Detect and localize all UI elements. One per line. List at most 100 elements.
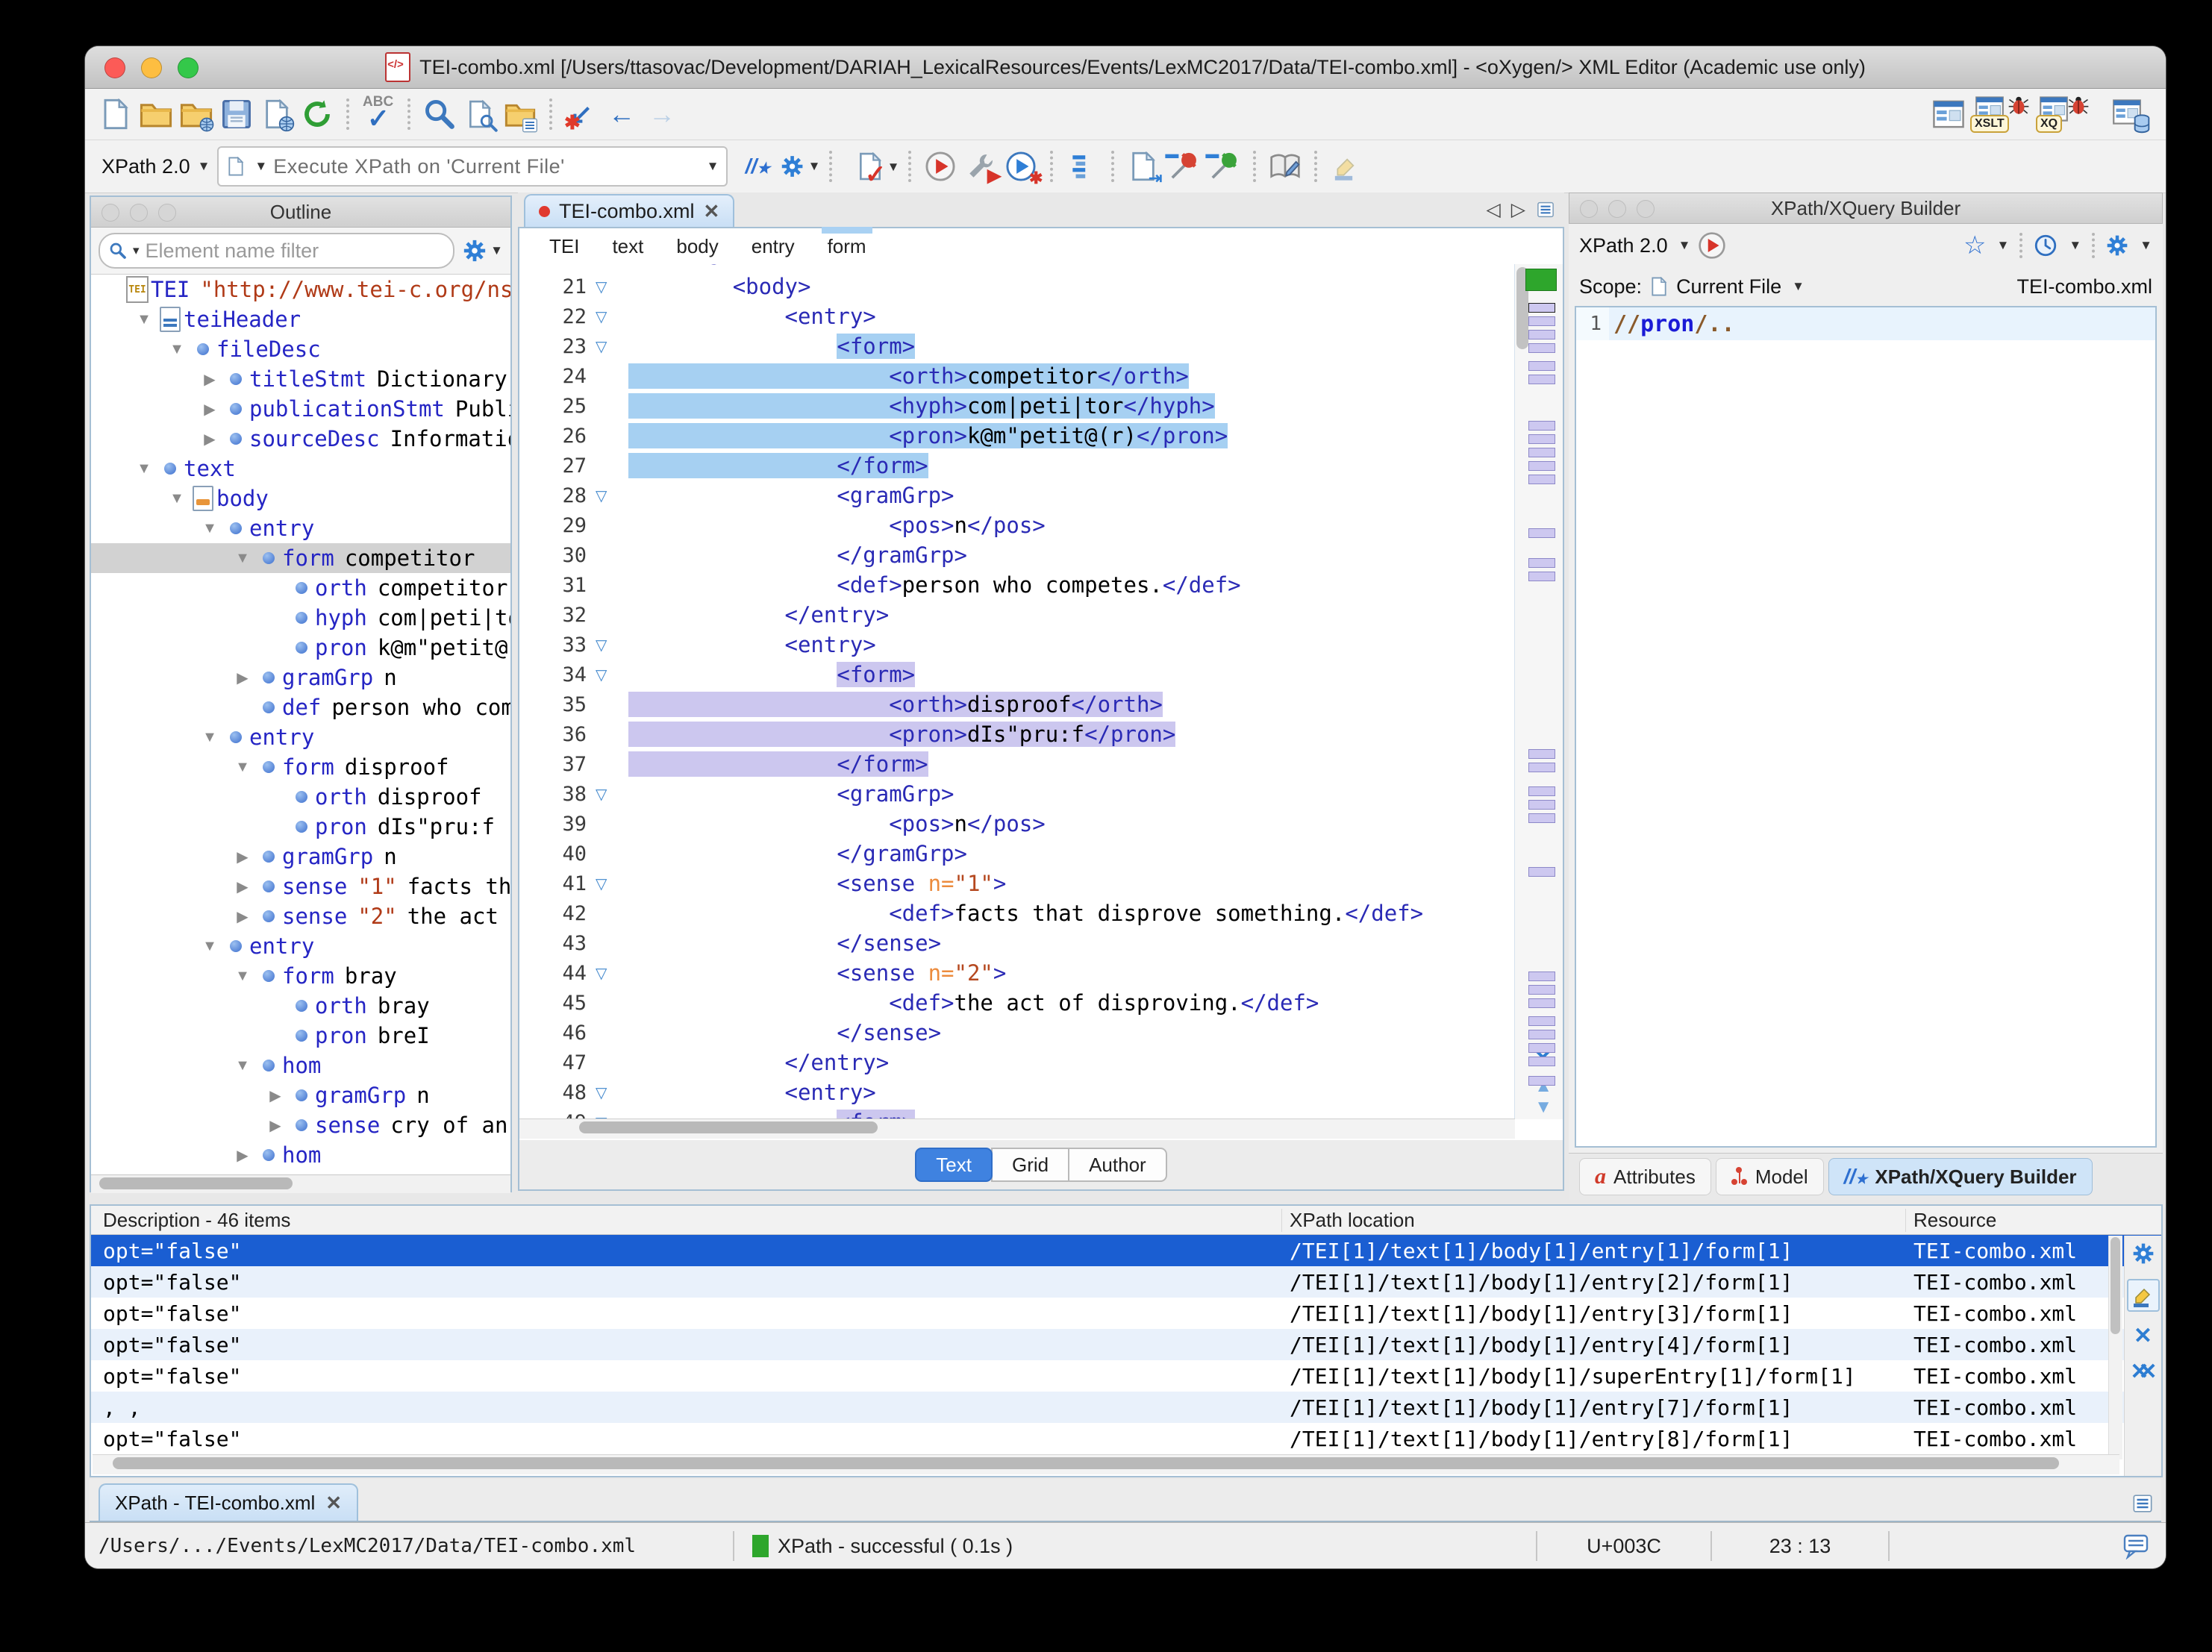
next-occurrence-icon[interactable]: ▼	[1534, 1097, 1552, 1118]
mode-grid-button[interactable]: Grid	[990, 1148, 1070, 1182]
spell-check-button[interactable]: ABC ✓	[358, 94, 399, 134]
expand-open-icon[interactable]: ▼	[230, 1057, 255, 1074]
fold-toggle-icon[interactable]: ▽	[596, 785, 628, 804]
outline-settings-button[interactable]: ▼	[462, 238, 503, 263]
occurrence-marker[interactable]	[1528, 361, 1555, 371]
fold-toggle-icon[interactable]: ▽	[596, 875, 628, 893]
expand-closed-icon[interactable]: ▶	[230, 877, 255, 896]
occurrence-marker[interactable]	[1528, 763, 1555, 772]
code-line[interactable]: 31 <def>person who competes.</def>	[519, 570, 1515, 600]
expand-closed-icon[interactable]: ▶	[230, 907, 255, 926]
occurrence-marker[interactable]	[1528, 528, 1555, 538]
breadcrumb-item-text[interactable]: text	[612, 235, 643, 258]
outline-tree-item[interactable]: ▶ publicationStmt Publica	[91, 394, 510, 424]
outline-tree-item[interactable]: ▼ teiHeader	[91, 304, 510, 334]
breadcrumb-item-tei[interactable]: TEI	[549, 235, 579, 258]
breadcrumb-item-form[interactable]: form	[821, 226, 872, 258]
navigate-back-button[interactable]: ←	[602, 94, 642, 134]
open-file-button[interactable]	[136, 94, 176, 134]
expand-closed-icon[interactable]: ▶	[263, 1086, 288, 1105]
tab-xpath-xquery-builder[interactable]: //★ XPath/XQuery Builder	[1828, 1158, 2093, 1195]
code-line[interactable]: 37 </form>	[519, 749, 1515, 779]
result-row[interactable]: opt="false" /TEI[1]/text[1]/body[1]/entry…	[91, 1298, 2161, 1329]
occurrence-marker[interactable]	[1528, 421, 1555, 431]
close-tab-icon[interactable]: ✕	[325, 1492, 342, 1515]
code-line[interactable]: 23 ▽ <form>	[519, 331, 1515, 361]
xpath-results-tab[interactable]: XPath - TEI-combo.xml ✕	[99, 1483, 359, 1521]
occurrence-marker[interactable]	[1528, 972, 1555, 981]
fold-toggle-icon[interactable]: ▽	[596, 278, 628, 296]
code-line[interactable]: 22 ▽ <entry>	[519, 301, 1515, 331]
results-header-xpath-location[interactable]: XPath location	[1282, 1208, 1906, 1232]
fold-toggle-icon[interactable]: ▽	[596, 1083, 628, 1102]
validation-status-square[interactable]	[1525, 269, 1557, 291]
code-line[interactable]: 45 <def>the act of disproving.</def>	[519, 988, 1515, 1018]
code-line[interactable]: 47 </entry>	[519, 1048, 1515, 1077]
expand-closed-icon[interactable]: ▶	[197, 370, 222, 389]
expand-closed-icon[interactable]: ▶	[263, 1116, 288, 1135]
fold-toggle-icon[interactable]: ▽	[596, 964, 628, 983]
expand-closed-icon[interactable]: ▶	[197, 430, 222, 448]
result-row[interactable]: opt="false" /TEI[1]/text[1]/body[1]/entry…	[91, 1235, 2161, 1266]
occurrence-marker[interactable]	[1528, 303, 1555, 313]
occurrence-marker[interactable]	[1528, 1076, 1555, 1086]
results-vertical-scrollbar[interactable]	[2108, 1236, 2122, 1459]
fold-toggle-icon[interactable]: ▽	[596, 486, 628, 505]
execute-xpath-icon[interactable]	[1698, 231, 1726, 260]
expand-closed-icon[interactable]: ▶	[230, 848, 255, 866]
code-line[interactable]: 41 ▽ <sense n="1">	[519, 869, 1515, 898]
occurrence-marker[interactable]	[1528, 558, 1555, 568]
results-horizontal-scrollbar[interactable]	[93, 1454, 2119, 1474]
code-line[interactable]: 49▽ <form>	[519, 1107, 1515, 1119]
outline-tree-item[interactable]: ▼ entry	[91, 513, 510, 543]
code-line[interactable]: 35 <orth>disproof</orth>	[519, 689, 1515, 719]
tab-attributes[interactable]: a Attributes	[1579, 1158, 1711, 1195]
occurrence-marker[interactable]	[1528, 985, 1555, 995]
builder-panel-header[interactable]: XPath/XQuery Builder	[1569, 193, 2163, 224]
occurrence-marker[interactable]	[1528, 1043, 1555, 1053]
outline-panel-header[interactable]: Outline	[91, 197, 510, 228]
xpath-input-combo[interactable]: ▼ Execute XPath on 'Current File' ▼	[217, 146, 728, 187]
builder-settings-gear-icon[interactable]	[2105, 234, 2129, 257]
xpath-version-selector[interactable]: XPath 2.0	[101, 155, 190, 178]
occurrence-marker[interactable]	[1528, 813, 1555, 823]
expand-open-icon[interactable]: ▼	[230, 550, 255, 567]
status-chat-icon[interactable]	[2106, 1533, 2166, 1559]
find-resource-button[interactable]	[500, 94, 540, 134]
outline-blocks-button[interactable]	[1062, 146, 1102, 187]
mode-text-button[interactable]: Text	[915, 1148, 993, 1182]
xpath-expression[interactable]: //pron/..	[1609, 311, 1735, 337]
pin-green-button[interactable]: ▬	[1204, 146, 1244, 187]
code-line[interactable]: 20▽ <text>	[519, 264, 1515, 272]
outline-tree-item[interactable]: ▶ gramGrp n	[91, 663, 510, 692]
occurrence-marker[interactable]	[1528, 1016, 1555, 1026]
outline-tree-item[interactable]: hyph com|peti|tor	[91, 603, 510, 633]
favorites-star-icon[interactable]: ☆	[1963, 231, 1986, 260]
remove-all-results-icon[interactable]: ✕✕	[2130, 1361, 2157, 1383]
code-line[interactable]: 30 </gramGrp>	[519, 540, 1515, 570]
fold-toggle-icon[interactable]: ▽	[596, 636, 628, 654]
code-line[interactable]: 27 </form>	[519, 451, 1515, 481]
code-line[interactable]: 25 <hyph>com|peti|tor</hyph>	[519, 391, 1515, 421]
remove-result-icon[interactable]: ✕	[2134, 1325, 2152, 1348]
apply-transformation-button[interactable]	[920, 146, 960, 187]
outline-horizontal-scrollbar[interactable]	[91, 1174, 510, 1193]
occurrence-marker[interactable]	[1528, 800, 1555, 810]
outline-tree-item[interactable]: ▼ entry	[91, 931, 510, 961]
code-line[interactable]: 21 ▽ <body>	[519, 272, 1515, 301]
expand-open-icon[interactable]: ▼	[197, 520, 222, 537]
format-indent-button[interactable]: ⇥	[1123, 146, 1163, 187]
occurrence-marker[interactable]	[1528, 786, 1555, 796]
save-to-url-button[interactable]	[257, 94, 297, 134]
occurrence-marker[interactable]	[1528, 330, 1555, 340]
results-settings-gear-icon[interactable]	[2131, 1242, 2155, 1265]
xpath-settings-button[interactable]: ▼	[780, 146, 820, 187]
outline-tree-item[interactable]: pron breI	[91, 1021, 510, 1051]
outline-tree-item[interactable]: orth bray	[91, 991, 510, 1021]
outline-tree-item[interactable]: ▶ sense cry of an as	[91, 1110, 510, 1140]
occurrence-marker[interactable]	[1528, 998, 1555, 1008]
code-line[interactable]: 34 ▽ <form>	[519, 660, 1515, 689]
occurrence-marker[interactable]	[1528, 461, 1555, 471]
occurrence-marker[interactable]	[1528, 749, 1555, 759]
outline-tree-item[interactable]: ▼ form competitor	[91, 543, 510, 573]
